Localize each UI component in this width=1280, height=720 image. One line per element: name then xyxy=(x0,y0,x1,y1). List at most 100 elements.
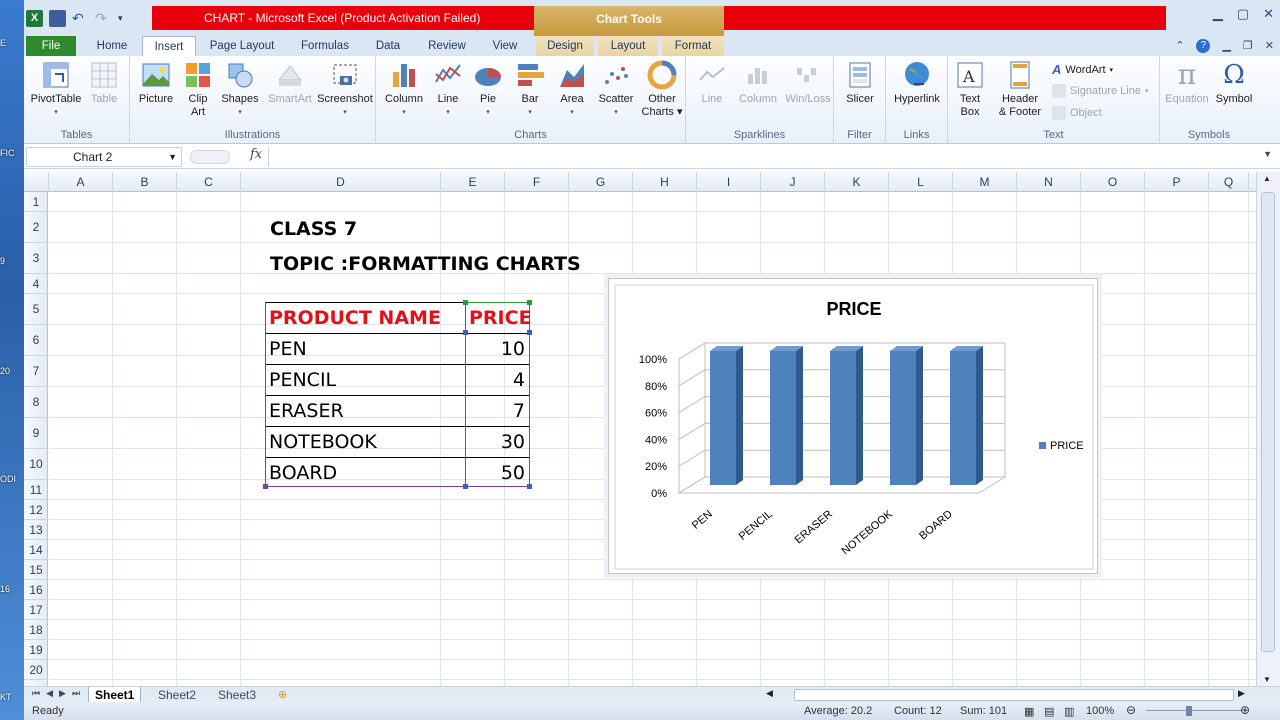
cell-e6[interactable]: 10 xyxy=(465,338,525,360)
smartart-button[interactable]: SmartArt xyxy=(264,60,316,106)
column-header-n[interactable]: N xyxy=(1017,172,1081,192)
table-button[interactable]: Table xyxy=(84,60,124,106)
vertical-scrollbar[interactable]: ▲ ▼ xyxy=(1256,172,1280,686)
expand-formula-bar-icon[interactable]: ▼ xyxy=(1263,149,1272,159)
cell-e10[interactable]: 50 xyxy=(465,462,525,484)
redo-icon[interactable]: ↷ xyxy=(95,10,112,27)
doc-restore-icon[interactable]: ❐ xyxy=(1243,39,1253,53)
doc-close-icon[interactable]: ✕ xyxy=(1265,39,1274,53)
column-header-i[interactable]: I xyxy=(697,172,761,192)
bar-chart-button[interactable]: Bar ▾ xyxy=(512,60,548,119)
zoom-slider[interactable] xyxy=(1146,710,1242,711)
row-header-11[interactable]: 11 xyxy=(24,480,48,500)
wordart-button[interactable]: A WordArt ▾ xyxy=(1052,62,1113,77)
picture-button[interactable]: Picture xyxy=(134,60,178,106)
clip-art-button[interactable]: Clip Art xyxy=(182,60,214,119)
help-icon[interactable]: ? xyxy=(1196,39,1211,53)
symbol-button[interactable]: Ω Symbol xyxy=(1212,60,1256,106)
tab-page-layout[interactable]: Page Layout xyxy=(204,36,280,56)
scroll-left-icon[interactable]: ◀ xyxy=(766,688,773,699)
column-header-f[interactable]: F xyxy=(505,172,569,192)
scroll-up-icon[interactable]: ▲ xyxy=(1263,174,1271,183)
tab-data[interactable]: Data xyxy=(368,36,408,56)
page-layout-view-icon[interactable]: ▤ xyxy=(1044,705,1054,718)
name-box-dropdown-icon[interactable]: ▼ xyxy=(168,148,177,166)
column-header-c[interactable]: C xyxy=(177,172,241,192)
shapes-button[interactable]: Shapes ▾ xyxy=(218,60,262,119)
pivottable-button[interactable]: PivotTable ▾ xyxy=(30,60,82,119)
row-header-20[interactable]: 20 xyxy=(24,660,48,680)
tab-insert[interactable]: Insert xyxy=(142,36,196,56)
row-header-5[interactable]: 5 xyxy=(24,294,48,325)
undo-icon[interactable]: ↶ xyxy=(72,10,89,27)
column-header-a[interactable]: A xyxy=(49,172,113,192)
object-button[interactable]: Object xyxy=(1052,106,1102,120)
cell-e7[interactable]: 4 xyxy=(465,369,525,391)
column-header-d[interactable]: D xyxy=(241,172,441,192)
header-footer-button[interactable]: Header & Footer xyxy=(992,60,1048,119)
sheet-tab-sheet3[interactable]: Sheet3 xyxy=(218,687,256,703)
horizontal-scroll-thumb[interactable] xyxy=(794,689,1234,701)
column-header-h[interactable]: H xyxy=(633,172,697,192)
area-chart-button[interactable]: Area ▾ xyxy=(554,60,590,119)
row-header-9[interactable]: 9 xyxy=(24,418,48,449)
scroll-right-icon[interactable]: ▶ xyxy=(1238,688,1245,699)
hyperlink-button[interactable]: Hyperlink xyxy=(890,60,944,106)
sparkline-winloss-button[interactable]: Win/Loss xyxy=(784,60,832,106)
slicer-button[interactable]: Slicer xyxy=(840,60,880,106)
tab-review[interactable]: Review xyxy=(420,36,474,56)
row-header-7[interactable]: 7 xyxy=(24,356,48,387)
cell-e9[interactable]: 30 xyxy=(465,431,525,453)
cell-d7[interactable]: PENCIL xyxy=(269,369,336,391)
maximize-icon[interactable]: ▢ xyxy=(1237,6,1249,22)
column-header-q[interactable]: Q xyxy=(1209,172,1249,192)
other-charts-button[interactable]: Other Charts ▾ xyxy=(640,60,684,119)
cell-d10[interactable]: BOARD xyxy=(269,462,337,484)
page-break-view-icon[interactable]: ▥ xyxy=(1064,705,1074,718)
cell-d3[interactable]: TOPIC :FORMATTING CHARTS xyxy=(270,253,581,275)
chart-2[interactable]: PRICE 0% 20% 40% 60% 80% 100% PEN PENCIL ERASER NO… xyxy=(608,278,1098,574)
close-icon[interactable]: ✕ xyxy=(1263,6,1274,22)
signature-line-button[interactable]: Signature Line ▾ xyxy=(1052,84,1148,98)
text-box-button[interactable]: A Text Box xyxy=(952,60,988,119)
column-header-j[interactable]: J xyxy=(761,172,825,192)
column-header-k[interactable]: K xyxy=(825,172,889,192)
customize-qat-icon[interactable]: ▾ xyxy=(118,10,128,27)
scroll-down-icon[interactable]: ▼ xyxy=(1263,675,1271,684)
select-all-corner[interactable] xyxy=(24,172,49,192)
row-header-3[interactable]: 3 xyxy=(24,243,48,274)
row-header-16[interactable]: 16 xyxy=(24,580,48,600)
column-chart-button[interactable]: Column ▾ xyxy=(380,60,428,119)
cell-e5[interactable]: PRICE xyxy=(469,307,532,329)
cell-d9[interactable]: NOTEBOOK xyxy=(269,431,377,453)
sheet-tab-sheet2[interactable]: Sheet2 xyxy=(158,687,196,703)
sparkline-line-button[interactable]: Line xyxy=(692,60,732,106)
insert-worksheet-icon[interactable]: ⊕ xyxy=(278,688,287,701)
row-header-17[interactable]: 17 xyxy=(24,600,48,620)
formula-input[interactable] xyxy=(268,147,1258,167)
cell-d5[interactable]: PRODUCT NAME xyxy=(269,307,441,329)
zoom-slider-thumb[interactable] xyxy=(1186,706,1192,716)
column-header-m[interactable]: M xyxy=(953,172,1017,192)
save-icon[interactable] xyxy=(49,9,66,27)
normal-view-icon[interactable]: ▦ xyxy=(1024,705,1034,718)
tab-layout[interactable]: Layout xyxy=(598,36,658,56)
sheet-tab-sheet1[interactable]: Sheet1 xyxy=(88,687,142,703)
row-header-15[interactable]: 15 xyxy=(24,560,48,580)
equation-button[interactable]: π Equation xyxy=(1164,60,1210,106)
minimize-icon[interactable]: ▁ xyxy=(1213,6,1223,22)
pie-chart-button[interactable]: Pie ▾ xyxy=(470,60,506,119)
cell-d6[interactable]: PEN xyxy=(269,338,307,360)
insert-function-icon[interactable]: fx xyxy=(250,147,262,162)
cell-e8[interactable]: 7 xyxy=(465,400,525,422)
row-header-14[interactable]: 14 xyxy=(24,540,48,560)
column-header-o[interactable]: O xyxy=(1081,172,1145,192)
row-header-10[interactable]: 10 xyxy=(24,449,48,480)
zoom-out-icon[interactable]: ⊖ xyxy=(1126,703,1136,717)
doc-minimize-icon[interactable]: ▁ xyxy=(1222,39,1230,53)
collapse-ribbon-icon[interactable]: ⌃ xyxy=(1175,39,1184,53)
column-header-l[interactable]: L xyxy=(889,172,953,192)
zoom-level[interactable]: 100% xyxy=(1086,705,1114,717)
row-header-18[interactable]: 18 xyxy=(24,620,48,640)
row-header-6[interactable]: 6 xyxy=(24,325,48,356)
